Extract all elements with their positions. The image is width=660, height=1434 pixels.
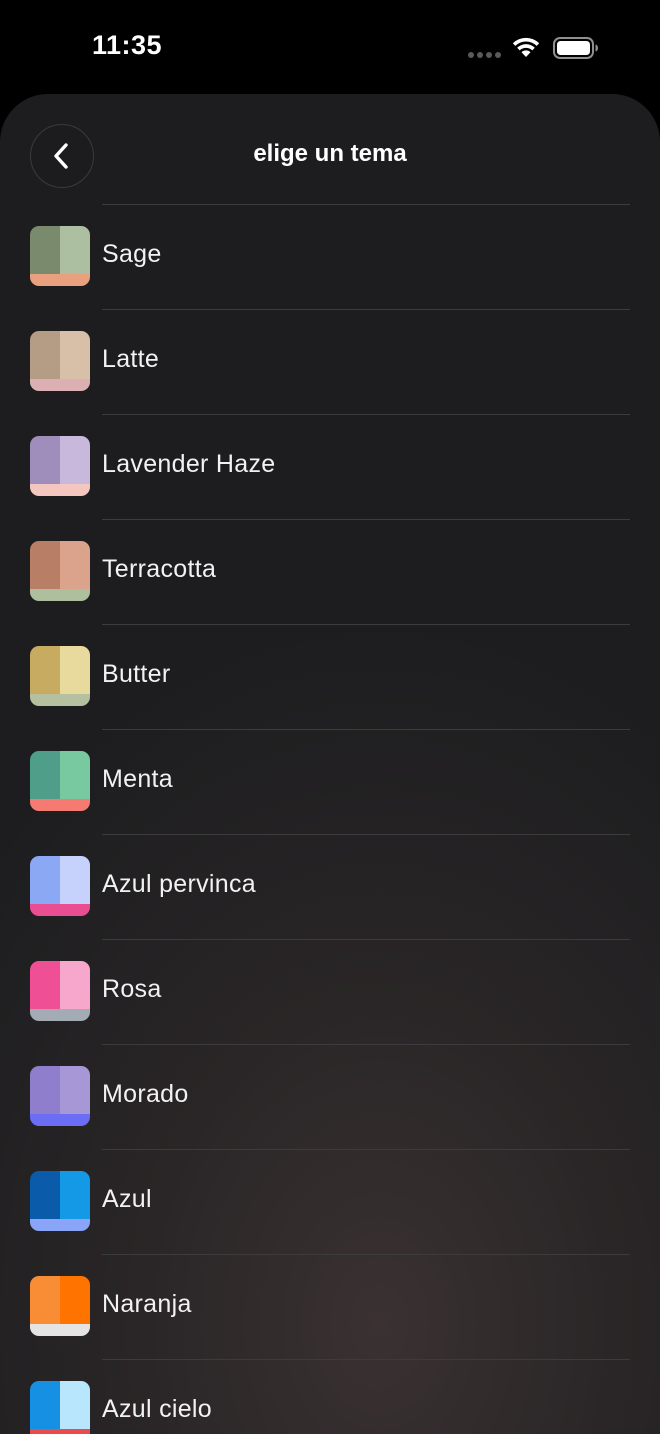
swatch-half-right: [60, 646, 90, 694]
theme-swatch: [30, 436, 90, 496]
theme-name: Azul pervinca: [102, 870, 256, 898]
row-divider: [102, 729, 630, 730]
theme-row[interactable]: Terracotta: [0, 519, 660, 624]
swatch-half-left: [30, 1381, 60, 1429]
wifi-icon: [512, 37, 540, 57]
swatch-bottom-strip: [30, 1114, 90, 1126]
swatch-bottom-strip: [30, 1219, 90, 1231]
theme-sheet: elige un tema Sage Latte Lavender Haze Terr…: [0, 94, 660, 1434]
theme-name: Morado: [102, 1080, 189, 1108]
theme-row[interactable]: Morado: [0, 1044, 660, 1149]
swatch-bottom-strip: [30, 589, 90, 601]
swatch-half-right: [60, 226, 90, 274]
theme-swatch: [30, 961, 90, 1021]
swatch-half-right: [60, 856, 90, 904]
theme-swatch: [30, 1276, 90, 1336]
swatch-half-right: [60, 1276, 90, 1324]
theme-name: Azul: [102, 1185, 152, 1213]
theme-row[interactable]: Menta: [0, 729, 660, 834]
theme-row[interactable]: Rosa: [0, 939, 660, 1044]
row-divider: [102, 1254, 630, 1255]
swatch-half-left: [30, 1276, 60, 1324]
row-divider: [102, 624, 630, 625]
swatch-half-left: [30, 961, 60, 1009]
row-divider: [102, 834, 630, 835]
theme-picker-screen: 11:35 elige un tema Sage Latte Lavender Ha…: [0, 0, 660, 1434]
theme-name: Sage: [102, 240, 162, 268]
swatch-bottom-strip: [30, 379, 90, 391]
status-bar: 11:35: [0, 0, 660, 94]
theme-name: Latte: [102, 345, 160, 373]
swatch-bottom-strip: [30, 1324, 90, 1336]
swatch-half-right: [60, 331, 90, 379]
theme-row[interactable]: Azul cielo: [0, 1359, 660, 1434]
theme-name: Rosa: [102, 975, 162, 1003]
theme-row[interactable]: Sage: [0, 204, 660, 309]
swatch-half-left: [30, 646, 60, 694]
row-divider: [102, 414, 630, 415]
row-divider: [102, 1044, 630, 1045]
swatch-bottom-strip: [30, 694, 90, 706]
theme-swatch: [30, 226, 90, 286]
row-divider: [102, 1149, 630, 1150]
swatch-half-left: [30, 331, 60, 379]
swatch-bottom-strip: [30, 1009, 90, 1021]
swatch-half-right: [60, 751, 90, 799]
status-time: 11:35: [92, 30, 163, 60]
swatch-half-right: [60, 1066, 90, 1114]
theme-swatch: [30, 646, 90, 706]
theme-list: Sage Latte Lavender Haze Terracotta Butter Me…: [0, 204, 660, 1434]
theme-row[interactable]: Naranja: [0, 1254, 660, 1359]
theme-swatch: [30, 1066, 90, 1126]
swatch-bottom-strip: [30, 484, 90, 496]
swatch-half-left: [30, 541, 60, 589]
theme-row[interactable]: Azul: [0, 1149, 660, 1254]
theme-name: Lavender Haze: [102, 450, 276, 478]
page-title: elige un tema: [253, 140, 407, 167]
row-divider: [102, 519, 630, 520]
swatch-half-left: [30, 1171, 60, 1219]
swatch-half-left: [30, 226, 60, 274]
theme-swatch: [30, 1381, 90, 1434]
cellular-signal-icon: [468, 52, 502, 58]
theme-row[interactable]: Butter: [0, 624, 660, 729]
swatch-half-left: [30, 436, 60, 484]
theme-swatch: [30, 856, 90, 916]
swatch-bottom-strip: [30, 799, 90, 811]
theme-name: Terracotta: [102, 555, 217, 583]
theme-row[interactable]: Lavender Haze: [0, 414, 660, 519]
row-divider: [102, 309, 630, 310]
swatch-half-right: [60, 961, 90, 1009]
row-divider: [102, 939, 630, 940]
swatch-half-left: [30, 856, 60, 904]
row-divider: [102, 1359, 630, 1360]
swatch-half-right: [60, 436, 90, 484]
battery-icon: [553, 37, 598, 59]
swatch-half-left: [30, 751, 60, 799]
theme-name: Butter: [102, 660, 171, 688]
swatch-half-left: [30, 1066, 60, 1114]
swatch-half-right: [60, 541, 90, 589]
swatch-bottom-strip: [30, 1429, 90, 1434]
theme-name: Naranja: [102, 1290, 192, 1318]
theme-row[interactable]: Azul pervinca: [0, 834, 660, 939]
theme-swatch: [30, 1171, 90, 1231]
swatch-bottom-strip: [30, 274, 90, 286]
theme-swatch: [30, 751, 90, 811]
theme-swatch: [30, 331, 90, 391]
swatch-half-right: [60, 1171, 90, 1219]
swatch-half-right: [60, 1381, 90, 1429]
theme-swatch: [30, 541, 90, 601]
theme-name: Menta: [102, 765, 173, 793]
theme-name: Azul cielo: [102, 1395, 212, 1423]
swatch-bottom-strip: [30, 904, 90, 916]
row-divider: [102, 204, 630, 205]
theme-row[interactable]: Latte: [0, 309, 660, 414]
